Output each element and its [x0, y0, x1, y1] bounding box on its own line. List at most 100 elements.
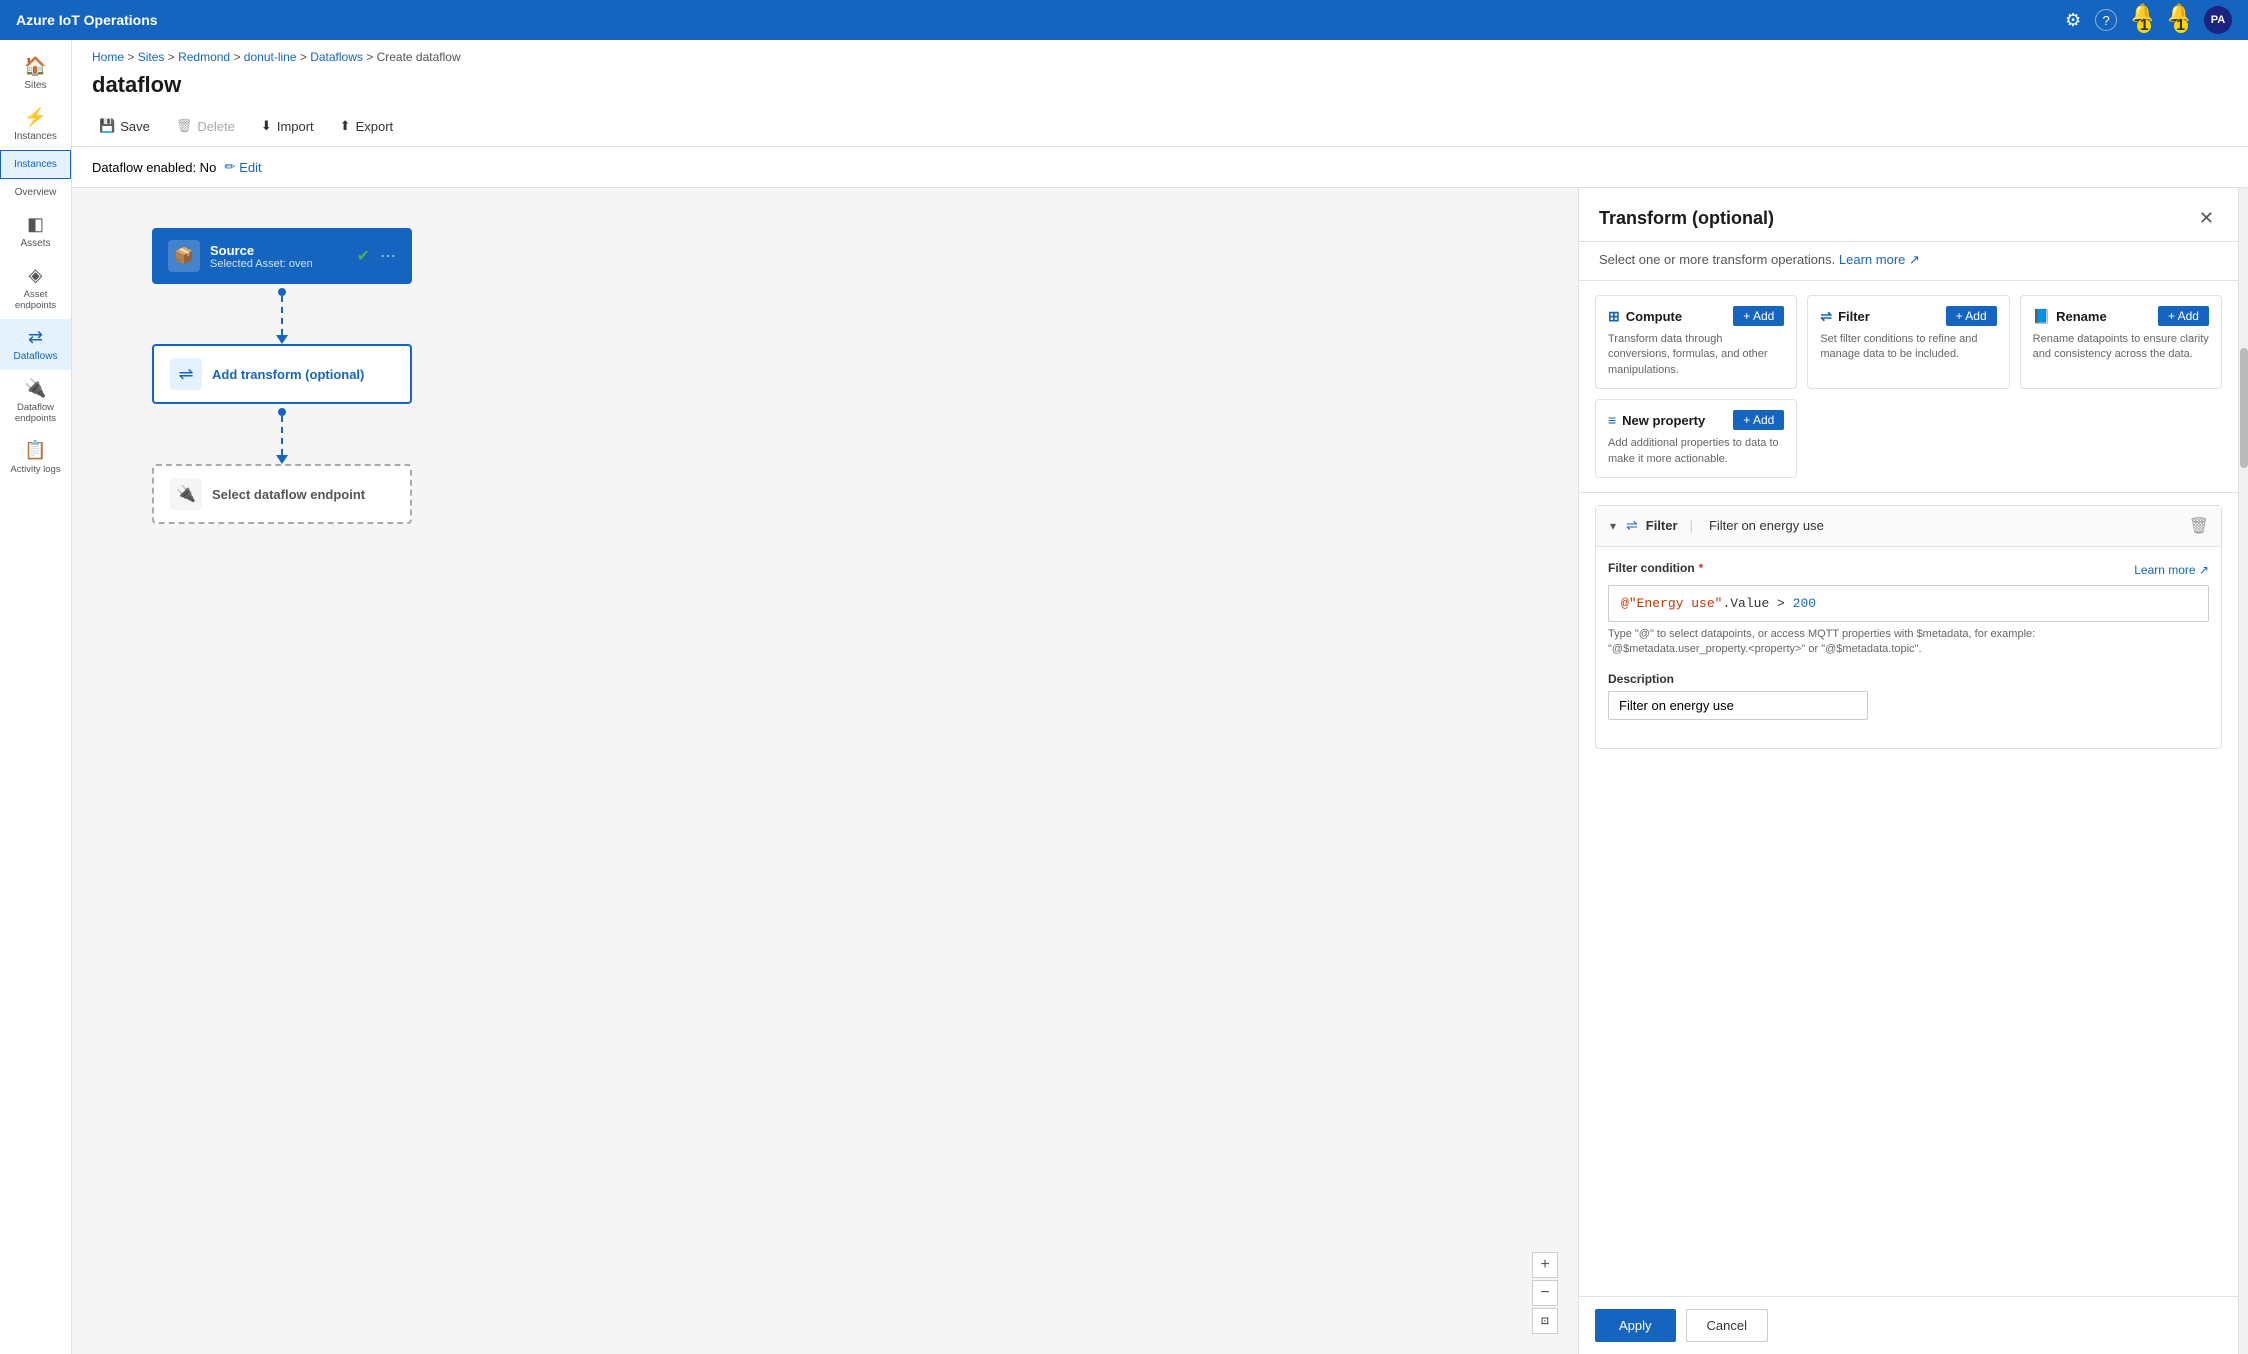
connector-1: [276, 284, 288, 344]
filter-label: Filter: [1646, 518, 1678, 533]
sidebar-item-dataflows[interactable]: ⇄ Dataflows: [0, 319, 71, 370]
connector-line: [281, 296, 283, 335]
activity-logs-icon: 📋: [24, 440, 46, 461]
notification-bell-2[interactable]: 🔔1: [2168, 3, 2190, 38]
sidebar-item-instances-top[interactable]: ⚡ Instances: [0, 99, 71, 150]
breadcrumb-redmond[interactable]: Redmond: [178, 50, 230, 64]
filter-condition-hint: Type "@" to select datapoints, or access…: [1608, 627, 2209, 658]
filter-delete-button[interactable]: 🗑: [2189, 516, 2209, 536]
code-dotvalue: .Value >: [1722, 596, 1792, 611]
help-icon[interactable]: ?: [2095, 9, 2117, 31]
sidebar-item-sites-label: Sites: [24, 80, 46, 91]
notification-badge-2: 1: [2174, 19, 2188, 33]
required-star: *: [1699, 561, 1704, 575]
endpoint-node-text: Select dataflow endpoint: [212, 487, 394, 502]
sidebar-item-asset-endpoints[interactable]: ◈ Asset endpoints: [0, 257, 71, 319]
page-title: dataflow: [72, 68, 2248, 106]
edit-label: Edit: [239, 160, 261, 175]
notification-bell-1[interactable]: 🔔1: [2131, 3, 2153, 38]
endpoint-node[interactable]: 🔌 Select dataflow endpoint: [152, 464, 412, 524]
description-input[interactable]: [1608, 691, 1868, 720]
source-node-subtitle: Selected Asset: oven: [210, 258, 347, 270]
sidebar-item-sites[interactable]: 🏠 Sites: [0, 48, 71, 99]
panel-actions: Apply Cancel: [1579, 1296, 2238, 1354]
source-node-container: 📦 Source Selected Asset: oven ✔ ⋯: [152, 228, 412, 284]
import-icon: ⬇: [261, 118, 272, 134]
connector-arrow: [276, 335, 288, 344]
transform-node-icon: ⇌: [170, 358, 202, 390]
source-node-title: Source: [210, 243, 347, 258]
assets-icon: ◧: [27, 214, 44, 235]
transform-node[interactable]: ⇌ Add transform (optional): [152, 344, 412, 404]
filter-collapse-button[interactable]: ▾: [1608, 517, 1618, 535]
dataflow-status-label: Dataflow enabled: No: [92, 160, 216, 175]
breadcrumb-home[interactable]: Home: [92, 50, 124, 64]
scrollbar-thumb: [2240, 348, 2248, 468]
filter-condition-section: Filter condition * Learn more ↗ @"Energy…: [1608, 561, 2209, 658]
sidebar-item-assets[interactable]: ◧ Assets: [0, 206, 71, 257]
new-property-card-desc: Add additional properties to data to mak…: [1608, 436, 1784, 467]
filter-body: Filter condition * Learn more ↗ @"Energy…: [1596, 547, 2221, 748]
right-panel: Transform (optional) ✕ Select one or mor…: [1578, 188, 2238, 1354]
sidebar-item-instances-top-label: Instances: [14, 131, 57, 142]
edit-icon: ✏: [224, 159, 235, 175]
rename-card: 📘 Rename + Add Rename datapoints to ensu…: [2020, 295, 2222, 389]
export-button[interactable]: ⬆ Export: [329, 112, 404, 140]
dataflows-icon: ⇄: [28, 327, 43, 348]
sidebar-item-overview[interactable]: Overview: [0, 179, 71, 206]
delete-icon: 🗑: [176, 118, 193, 134]
compute-card-desc: Transform data through conversions, form…: [1608, 332, 1784, 378]
rename-add-button[interactable]: + Add: [2158, 306, 2209, 326]
instances-icon-top: ⚡: [24, 107, 46, 128]
user-avatar[interactable]: PA: [2204, 6, 2232, 34]
notification-badge-1: 1: [2137, 19, 2151, 33]
sidebar-item-dataflows-label: Dataflows: [14, 351, 58, 362]
sidebar-item-overview-label: Overview: [15, 187, 57, 198]
sidebar-item-instances[interactable]: Instances: [0, 150, 71, 179]
delete-button[interactable]: 🗑 Delete: [165, 112, 246, 140]
breadcrumb-dataflows[interactable]: Dataflows: [310, 50, 363, 64]
rename-card-title: Rename: [2056, 309, 2107, 324]
compute-add-button[interactable]: + Add: [1733, 306, 1784, 326]
settings-icon[interactable]: ⚙: [2065, 10, 2081, 31]
apply-button[interactable]: Apply: [1595, 1309, 1676, 1342]
breadcrumb-sites[interactable]: Sites: [138, 50, 165, 64]
filter-add-button[interactable]: + Add: [1946, 306, 1997, 326]
cancel-button[interactable]: Cancel: [1686, 1309, 1768, 1342]
source-node[interactable]: 📦 Source Selected Asset: oven ✔ ⋯: [152, 228, 412, 284]
filter-card: ⇌ Filter + Add Set filter conditions to …: [1807, 295, 2009, 389]
import-label: Import: [277, 119, 314, 134]
compute-card: ⊞ Compute + Add Transform data through c…: [1595, 295, 1797, 389]
filter-item-icon: ⇌: [1626, 517, 1638, 534]
new-property-card-title: New property: [1622, 413, 1705, 428]
source-node-menu[interactable]: ⋯: [380, 246, 396, 266]
save-button[interactable]: 💾 Save: [88, 112, 161, 140]
sidebar-item-dataflow-endpoints[interactable]: 🔌 Dataflow endpoints: [0, 370, 71, 432]
connector-dot-top: [278, 288, 286, 296]
new-property-add-button[interactable]: + Add: [1733, 410, 1784, 430]
zoom-in-button[interactable]: +: [1532, 1252, 1558, 1278]
filter-card-desc: Set filter conditions to refine and mana…: [1820, 332, 1996, 363]
transform-cards: ⊞ Compute + Add Transform data through c…: [1579, 281, 2238, 493]
filter-item-name: Filter on energy use: [1709, 518, 1824, 533]
transform-node-text: Add transform (optional): [212, 367, 394, 382]
zoom-fit-button[interactable]: ⊡: [1532, 1308, 1558, 1334]
filter-section: ▾ ⇌ Filter | Filter on energy use 🗑: [1579, 493, 2238, 1296]
edit-button[interactable]: ✏ Edit: [224, 159, 261, 175]
panel-learn-more-link[interactable]: Learn more ↗: [1839, 252, 1920, 267]
zoom-out-button[interactable]: −: [1532, 1280, 1558, 1306]
breadcrumb-donut-line[interactable]: donut-line: [244, 50, 297, 64]
import-button[interactable]: ⬇ Import: [250, 112, 325, 140]
sidebar-item-activity-logs[interactable]: 📋 Activity logs: [0, 432, 71, 483]
code-quote1: ": [1629, 596, 1637, 611]
compute-card-icon: ⊞: [1608, 308, 1620, 325]
panel-close-button[interactable]: ✕: [2195, 204, 2218, 233]
code-200: 200: [1793, 596, 1816, 611]
save-icon: 💾: [99, 118, 115, 134]
panel-scrollbar[interactable]: [2238, 188, 2248, 1354]
breadcrumb-create-dataflow: Create dataflow: [377, 50, 461, 64]
filter-condition-learn-more[interactable]: Learn more ↗: [2134, 563, 2209, 577]
filter-condition-input[interactable]: @"Energy use".Value > 200: [1608, 585, 2209, 622]
connector-line-2: [281, 416, 283, 455]
source-node-text: Source Selected Asset: oven: [210, 243, 347, 270]
